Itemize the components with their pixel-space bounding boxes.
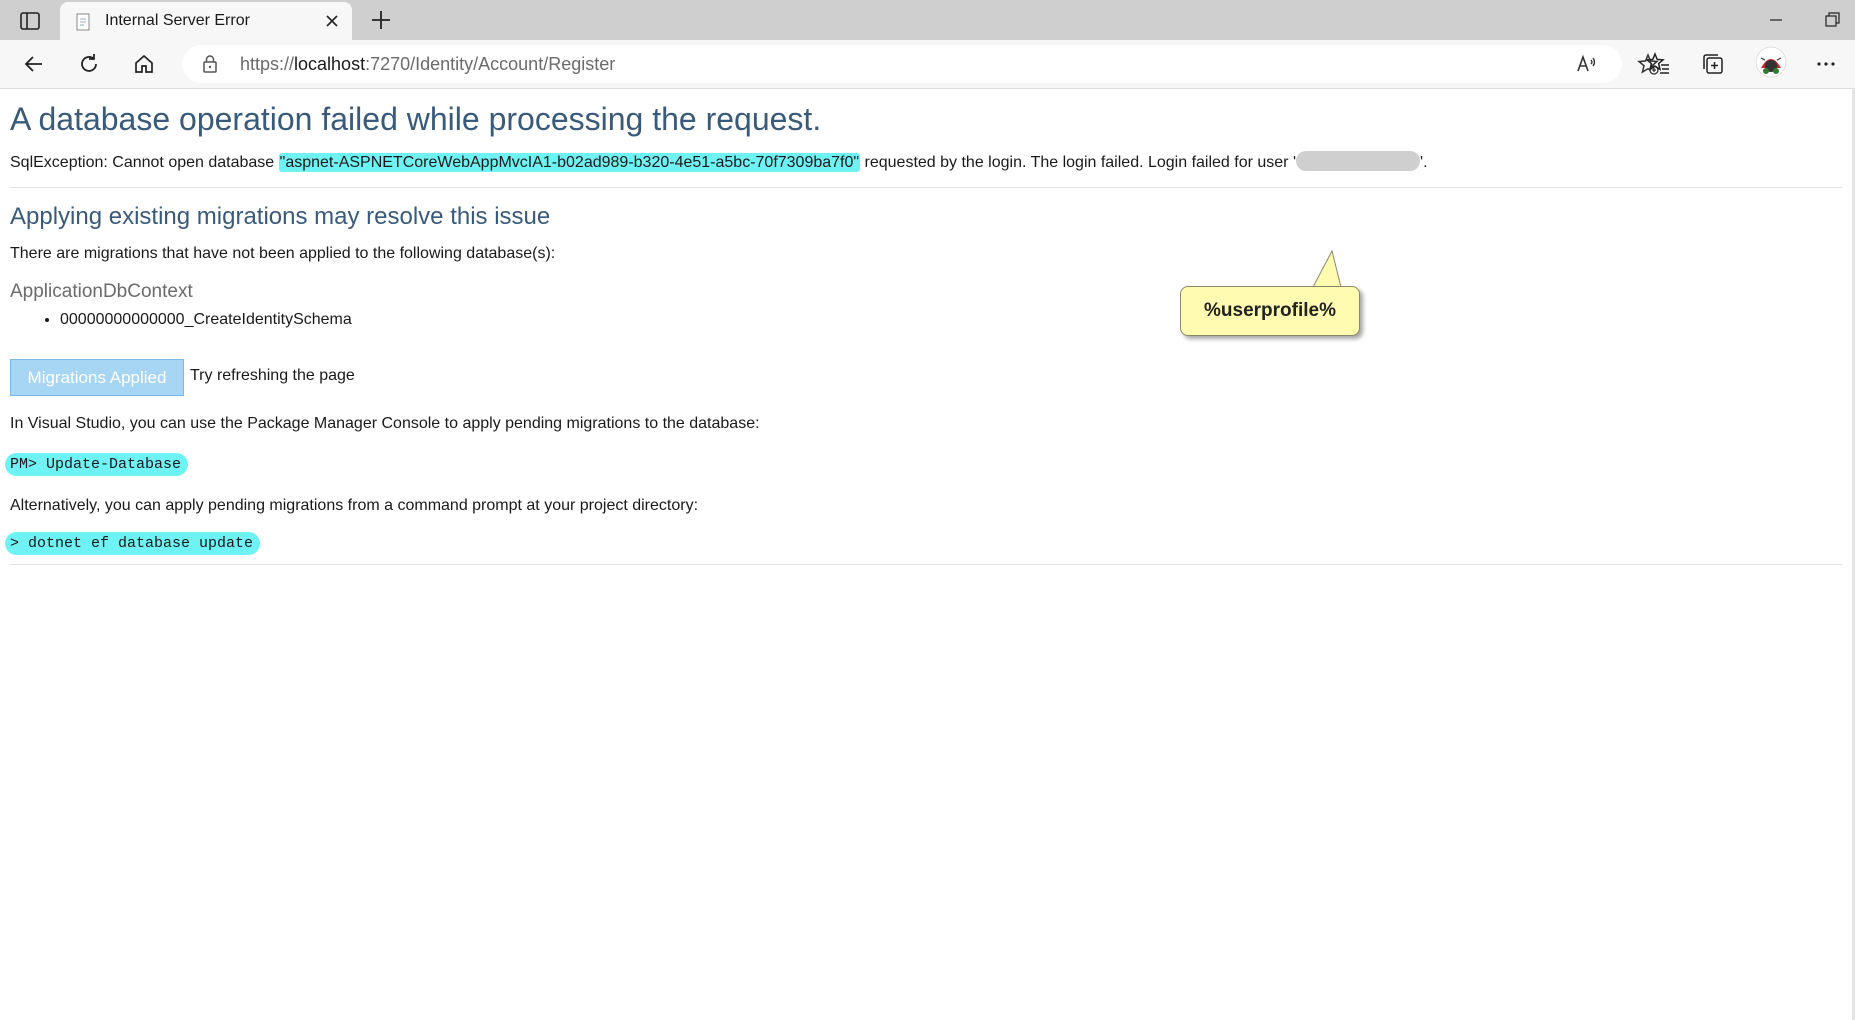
url-text[interactable]: https://localhost:7270/Identity/Account/… bbox=[240, 54, 615, 75]
cli-command: > dotnet ef database update bbox=[5, 532, 261, 555]
tab-title: Internal Server Error bbox=[105, 12, 250, 29]
pending-migrations-text: There are migrations that have not been … bbox=[10, 245, 556, 262]
migration-item: 00000000000000_CreateIdentitySchema bbox=[60, 311, 352, 329]
migration-list: 00000000000000_CreateIdentitySchema bbox=[10, 311, 352, 329]
userprofile-callout: %userprofile% bbox=[1180, 286, 1360, 336]
visual-studio-instructions: In Visual Studio, you can use the Packag… bbox=[10, 415, 760, 432]
db-context-name: ApplicationDbContext bbox=[10, 281, 193, 302]
error-heading: A database operation failed while proces… bbox=[10, 101, 822, 137]
divider-top bbox=[10, 187, 1842, 188]
page-content: A database operation failed while proces… bbox=[0, 89, 1855, 1020]
page-favicon bbox=[74, 12, 94, 32]
more-icon[interactable] bbox=[1812, 50, 1840, 78]
refresh-icon[interactable] bbox=[75, 50, 103, 78]
active-tab[interactable]: Internal Server Error bbox=[60, 2, 352, 40]
read-aloud-icon[interactable] bbox=[1576, 54, 1598, 74]
sql-exception-message: SqlException: Cannot open database "aspn… bbox=[10, 151, 1428, 172]
redacted-username bbox=[1296, 151, 1421, 171]
tab-bar: Internal Server Error bbox=[0, 0, 1855, 40]
tab-close-icon[interactable] bbox=[322, 11, 342, 31]
collections-icon[interactable] bbox=[1699, 50, 1727, 78]
pm-command: PM> Update-Database bbox=[5, 453, 189, 476]
restore-icon[interactable] bbox=[1822, 10, 1842, 30]
back-icon[interactable] bbox=[20, 50, 48, 78]
favorites-icon[interactable] bbox=[1644, 50, 1672, 78]
home-icon[interactable] bbox=[130, 50, 158, 78]
minimize-icon[interactable] bbox=[1766, 10, 1786, 30]
new-tab-icon[interactable] bbox=[368, 7, 394, 33]
lock-icon[interactable] bbox=[200, 54, 220, 74]
retry-text: Try refreshing the page bbox=[190, 367, 355, 384]
profile-avatar[interactable] bbox=[1755, 46, 1787, 78]
migrations-subheading: Applying existing migrations may resolve… bbox=[10, 203, 551, 230]
address-bar[interactable]: https://localhost:7270/Identity/Account/… bbox=[182, 45, 1659, 83]
browser-toolbar: https://localhost:7270/Identity/Account/… bbox=[0, 40, 1855, 89]
database-name-highlight: "aspnet-ASPNETCoreWebAppMvcIA1-b02ad989-… bbox=[278, 153, 861, 172]
cli-instructions: Alternatively, you can apply pending mig… bbox=[10, 497, 699, 514]
callout-tail bbox=[1312, 249, 1342, 288]
divider-bottom bbox=[10, 564, 1842, 565]
tab-strip-icon[interactable] bbox=[14, 8, 46, 34]
migrations-applied-button[interactable]: Migrations Applied bbox=[10, 359, 184, 396]
